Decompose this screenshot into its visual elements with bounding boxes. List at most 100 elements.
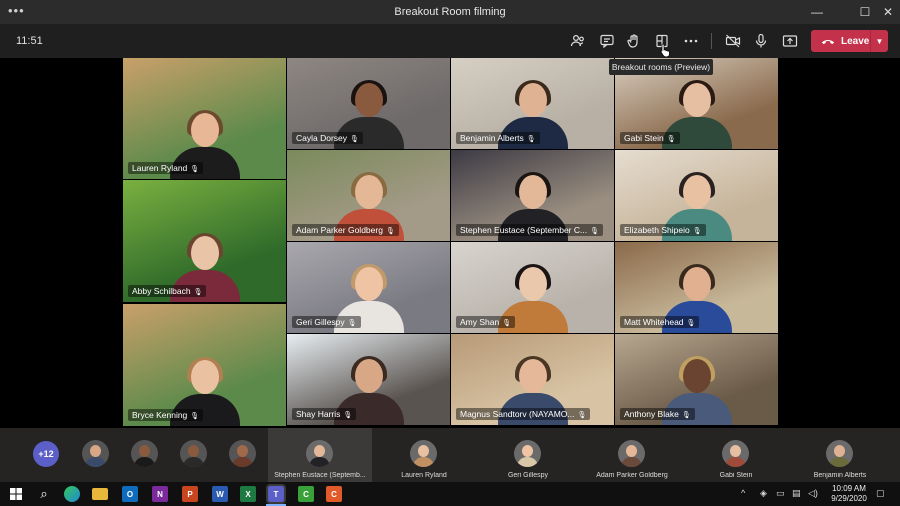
word-icon[interactable]: W bbox=[212, 486, 228, 502]
onenote-icon[interactable]: N bbox=[152, 486, 168, 502]
teams-icon[interactable]: T bbox=[266, 484, 286, 504]
strip-participant-name: Geri Gillespy bbox=[507, 472, 549, 479]
camtasia-icon[interactable]: C bbox=[298, 486, 314, 502]
show-hidden-icons-icon[interactable]: ^ bbox=[741, 488, 745, 498]
strip-participant-name: Gabi Stein bbox=[719, 472, 753, 479]
video-tile[interactable]: Lauren Ryland 🎙 bbox=[123, 58, 286, 179]
participants-icon[interactable] bbox=[567, 30, 589, 52]
edge-icon[interactable] bbox=[64, 486, 80, 502]
participant-name: Matt Whitehead bbox=[624, 317, 684, 327]
video-tile[interactable]: Adam Parker Goldberg 🎙 bbox=[287, 150, 450, 241]
close-icon[interactable]: ✕ bbox=[873, 0, 900, 24]
outlook-icon[interactable]: O bbox=[122, 486, 138, 502]
mic-muted-icon: 🎙 bbox=[385, 228, 395, 235]
strip-participant-name: Stephen Eustace (Septemb... bbox=[274, 472, 366, 479]
video-tile[interactable]: Anthony Blake 🎙 bbox=[615, 334, 778, 425]
more-actions-icon[interactable] bbox=[680, 30, 702, 52]
video-tile[interactable]: Matt Whitehead 🎙 bbox=[615, 242, 778, 333]
participant-name: Adam Parker Goldberg bbox=[296, 225, 383, 235]
strip-participant-name: Benjamin Alberts bbox=[813, 472, 867, 479]
participant-avatar[interactable] bbox=[131, 440, 158, 467]
powerpoint-icon[interactable]: P bbox=[182, 486, 198, 502]
participant-name-label: Magnus Sandtorv (NAYAMO... 🎙 bbox=[456, 408, 591, 420]
raise-hand-icon[interactable] bbox=[623, 30, 645, 52]
leave-button[interactable]: Leave ▼ bbox=[811, 30, 888, 52]
participant-strip: +12 Stephen Eustace (Septemb... Lauren Ry… bbox=[0, 428, 900, 482]
network-icon[interactable]: ▤ bbox=[792, 488, 801, 499]
mic-muted-icon: 🎙 bbox=[692, 228, 702, 235]
participant-avatar bbox=[514, 440, 541, 467]
video-tile[interactable]: Stephen Eustace (September C... 🎙 bbox=[451, 150, 614, 241]
clock-time: 10:09 AM bbox=[832, 484, 866, 493]
microphone-icon[interactable] bbox=[750, 30, 772, 52]
more-participants-button[interactable]: +12 bbox=[33, 441, 59, 467]
strip-participant-name: Lauren Ryland bbox=[401, 472, 447, 479]
mic-muted-icon: 🎙 bbox=[350, 136, 359, 143]
participant-name-label: Bryce Kenning 🎙 bbox=[128, 409, 204, 421]
mic-muted-icon: 🎙 bbox=[190, 166, 200, 173]
windows-taskbar: ^ ◈ ▭ ▤ ◁) 10:09 AM 9/29/2020 ▢ ⌕ O N P W X T C… bbox=[0, 482, 900, 506]
participant-name-label: Anthony Blake 🎙 bbox=[620, 408, 695, 420]
video-tile[interactable]: Amy Shan 🎙 bbox=[451, 242, 614, 333]
video-tile[interactable]: Elizabeth Shipeio 🎙 bbox=[615, 150, 778, 241]
participant-name: Elizabeth Shipeio bbox=[624, 225, 690, 235]
video-tile[interactable]: Magnus Sandtorv (NAYAMO... 🎙 bbox=[451, 334, 614, 425]
strip-participant-tile[interactable]: Stephen Eustace (Septemb... bbox=[268, 428, 372, 482]
notifications-icon[interactable]: ▢ bbox=[876, 488, 885, 499]
clock-date: 9/29/2020 bbox=[831, 494, 867, 503]
file-explorer-icon[interactable] bbox=[92, 488, 108, 500]
video-tile[interactable]: Geri Gillespy 🎙 bbox=[287, 242, 450, 333]
mic-muted-icon: 🎙 bbox=[190, 413, 200, 420]
participant-avatar[interactable] bbox=[180, 440, 207, 467]
participant-avatar[interactable] bbox=[229, 440, 256, 467]
participant-name-label: Cayla Dorsey 🎙 bbox=[292, 132, 363, 144]
excel-icon[interactable]: X bbox=[240, 486, 256, 502]
volume-icon[interactable]: ◁) bbox=[808, 488, 818, 499]
meeting-timer: 11:51 bbox=[16, 35, 43, 47]
strip-participant-tile[interactable]: Benjamin Alberts bbox=[788, 428, 892, 482]
participant-name-label: Abby Schilbach 🎙 bbox=[128, 285, 207, 297]
video-tile[interactable]: Shay Harris 🎙 bbox=[287, 334, 450, 425]
participant-name: Magnus Sandtorv (NAYAMO... bbox=[460, 409, 575, 419]
mic-muted-icon: 🎙 bbox=[526, 136, 536, 143]
mic-muted-icon: 🎙 bbox=[502, 320, 512, 327]
participant-name: Abby Schilbach bbox=[132, 286, 191, 296]
meet-now-icon[interactable]: ▭ bbox=[776, 488, 785, 499]
strip-participant-tile[interactable]: Gabi Stein bbox=[684, 428, 788, 482]
participant-name-label: Elizabeth Shipeio 🎙 bbox=[620, 224, 706, 236]
participant-name-label: Lauren Ryland 🎙 bbox=[128, 162, 204, 174]
teams-tray-icon[interactable]: ◈ bbox=[760, 488, 767, 499]
participant-name-label: Shay Harris 🎙 bbox=[292, 408, 357, 420]
search-icon[interactable]: ⌕ bbox=[36, 486, 52, 502]
strip-participant-tile[interactable]: Lauren Ryland bbox=[372, 428, 476, 482]
video-tile[interactable]: Bryce Kenning 🎙 bbox=[123, 304, 286, 426]
participant-name: Lauren Ryland bbox=[132, 163, 188, 173]
mic-muted-icon: 🎙 bbox=[193, 289, 203, 296]
leave-label: Leave bbox=[841, 35, 870, 47]
title-bar: ••• Breakout Room filming — ☐ ✕ bbox=[0, 0, 900, 24]
mic-muted-icon: 🎙 bbox=[666, 136, 676, 143]
chat-icon[interactable] bbox=[596, 30, 618, 52]
window-title: Breakout Room filming bbox=[394, 6, 506, 18]
strip-participant-tile[interactable]: Adam Parker Goldberg bbox=[580, 428, 684, 482]
video-tile[interactable]: Cayla Dorsey 🎙 bbox=[287, 58, 450, 149]
minimize-icon[interactable]: — bbox=[802, 0, 832, 24]
video-tile[interactable]: Benjamin Alberts 🎙 bbox=[451, 58, 614, 149]
strip-participant-tile[interactable]: Geri Gillespy bbox=[476, 428, 580, 482]
camtasia-recorder-icon[interactable]: C bbox=[326, 486, 342, 502]
participant-name: Amy Shan bbox=[460, 317, 500, 327]
video-grid: Lauren Ryland 🎙 Cayla Dorsey 🎙 Benjamin Albe… bbox=[123, 58, 778, 427]
video-tile[interactable]: Abby Schilbach 🎙 bbox=[123, 180, 286, 302]
toolbar-divider bbox=[711, 33, 712, 49]
system-clock[interactable]: 10:09 AM 9/29/2020 bbox=[826, 484, 872, 504]
mouse-cursor-icon bbox=[660, 43, 670, 57]
participant-name-label: Amy Shan 🎙 bbox=[456, 316, 516, 328]
hang-up-icon bbox=[821, 39, 835, 45]
share-tray-icon[interactable] bbox=[779, 30, 801, 52]
mic-muted-icon: 🎙 bbox=[686, 320, 696, 327]
participant-avatar[interactable] bbox=[82, 440, 109, 467]
camera-off-icon[interactable] bbox=[722, 30, 744, 52]
windows-start-icon[interactable] bbox=[8, 486, 24, 502]
leave-options-chevron-icon[interactable]: ▼ bbox=[870, 30, 888, 52]
participant-name: Bryce Kenning bbox=[132, 410, 188, 420]
